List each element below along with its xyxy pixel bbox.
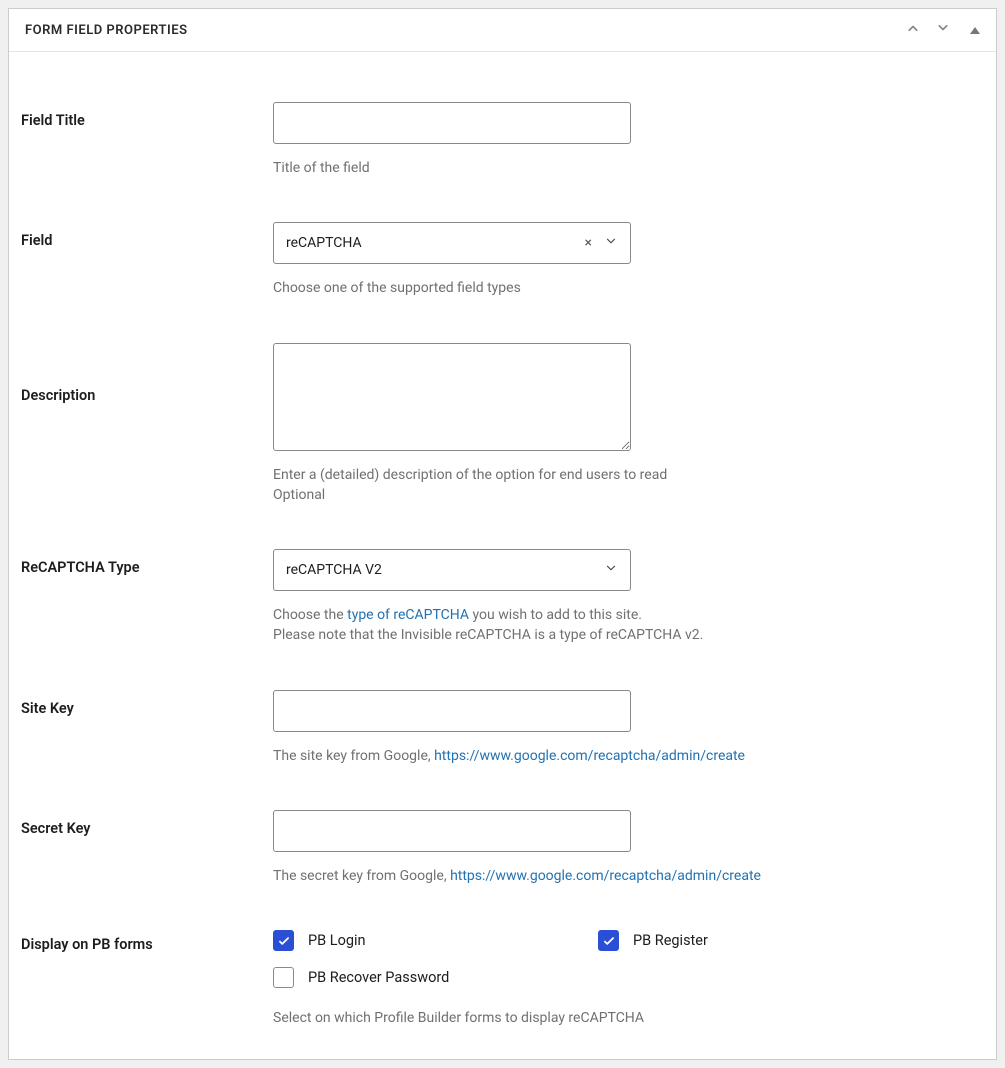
triangle-up-icon[interactable] [970, 27, 980, 34]
checkbox-pb-login[interactable] [273, 930, 294, 951]
panel-body: Field Title Title of the field Field reC… [9, 52, 996, 1059]
site-key-link[interactable]: https://www.google.com/recaptcha/admin/c… [434, 748, 745, 764]
chevron-down-icon[interactable] [934, 19, 952, 41]
form-field-properties-panel: FORM FIELD PROPERTIES Field Title Title … [8, 8, 997, 1060]
field-title-input[interactable] [273, 102, 631, 144]
col-secret-key: The secret key from Google, https://www.… [273, 810, 984, 886]
row-display-pb: Display on PB forms PB Login PB Register [21, 930, 984, 1028]
checkbox-label-pb-register: PB Register [633, 932, 708, 949]
help-field-title: Title of the field [273, 158, 984, 178]
chevron-down-icon[interactable] [604, 561, 618, 579]
col-field-title: Title of the field [273, 102, 984, 178]
close-icon[interactable]: × [585, 235, 592, 251]
row-secret-key: Secret Key The secret key from Google, h… [21, 810, 984, 886]
label-field: Field [21, 222, 273, 249]
checkbox-item-pb-recover: PB Recover Password [273, 967, 598, 988]
help-recaptcha-type: Choose the type of reCAPTCHA you wish to… [273, 605, 984, 646]
help-site-key-pre: The site key from Google, [273, 748, 434, 764]
col-display-pb: PB Login PB Register PB Recover Password… [273, 930, 984, 1028]
chevron-up-icon[interactable] [904, 19, 922, 41]
site-key-input[interactable] [273, 690, 631, 732]
description-textarea[interactable] [273, 343, 631, 451]
panel-header-controls [904, 19, 980, 41]
help-display-pb: Select on which Profile Builder forms to… [273, 1008, 984, 1028]
label-recaptcha-type: ReCAPTCHA Type [21, 549, 273, 576]
row-recaptcha-type: ReCAPTCHA Type reCAPTCHA V2 Choose the t… [21, 549, 984, 646]
label-description: Description [21, 343, 273, 404]
panel-header: FORM FIELD PROPERTIES [9, 9, 996, 52]
recaptcha-type-link[interactable]: type of reCAPTCHA [347, 607, 469, 623]
secret-key-input[interactable] [273, 810, 631, 852]
help-secret-key: The secret key from Google, https://www.… [273, 866, 984, 886]
help-description: Enter a (detailed) description of the op… [273, 465, 984, 506]
help-recaptcha-pre: Choose the [273, 607, 347, 623]
check-icon [277, 934, 291, 948]
recaptcha-type-value: reCAPTCHA V2 [286, 562, 382, 578]
help-secret-key-pre: The secret key from Google, [273, 868, 450, 884]
row-description: Description Enter a (detailed) descripti… [21, 343, 984, 506]
field-type-select[interactable]: reCAPTCHA × [273, 222, 631, 264]
recaptcha-type-select[interactable]: reCAPTCHA V2 [273, 549, 631, 591]
checkbox-label-pb-recover: PB Recover Password [308, 969, 449, 986]
label-display-pb: Display on PB forms [21, 930, 273, 953]
checkbox-item-pb-login: PB Login [273, 930, 598, 951]
pb-checkbox-grid: PB Login PB Register PB Recover Password [273, 930, 973, 988]
label-site-key: Site Key [21, 690, 273, 717]
row-site-key: Site Key The site key from Google, https… [21, 690, 984, 766]
col-description: Enter a (detailed) description of the op… [273, 343, 984, 506]
row-field-title: Field Title Title of the field [21, 102, 984, 178]
col-recaptcha-type: reCAPTCHA V2 Choose the type of reCAPTCH… [273, 549, 984, 646]
help-site-key: The site key from Google, https://www.go… [273, 746, 984, 766]
row-field: Field reCAPTCHA × Choose one of the supp… [21, 222, 984, 298]
field-type-value: reCAPTCHA [286, 235, 362, 251]
secret-key-link[interactable]: https://www.google.com/recaptcha/admin/c… [450, 868, 761, 884]
chevron-down-icon[interactable] [604, 234, 618, 252]
col-site-key: The site key from Google, https://www.go… [273, 690, 984, 766]
col-field: reCAPTCHA × Choose one of the supported … [273, 222, 984, 298]
checkbox-pb-register[interactable] [598, 930, 619, 951]
label-secret-key: Secret Key [21, 810, 273, 837]
label-field-title: Field Title [21, 102, 273, 129]
help-field: Choose one of the supported field types [273, 278, 984, 298]
panel-title: FORM FIELD PROPERTIES [25, 23, 188, 38]
check-icon [602, 934, 616, 948]
checkbox-item-pb-register: PB Register [598, 930, 923, 951]
checkbox-label-pb-login: PB Login [308, 932, 366, 949]
checkbox-pb-recover[interactable] [273, 967, 294, 988]
